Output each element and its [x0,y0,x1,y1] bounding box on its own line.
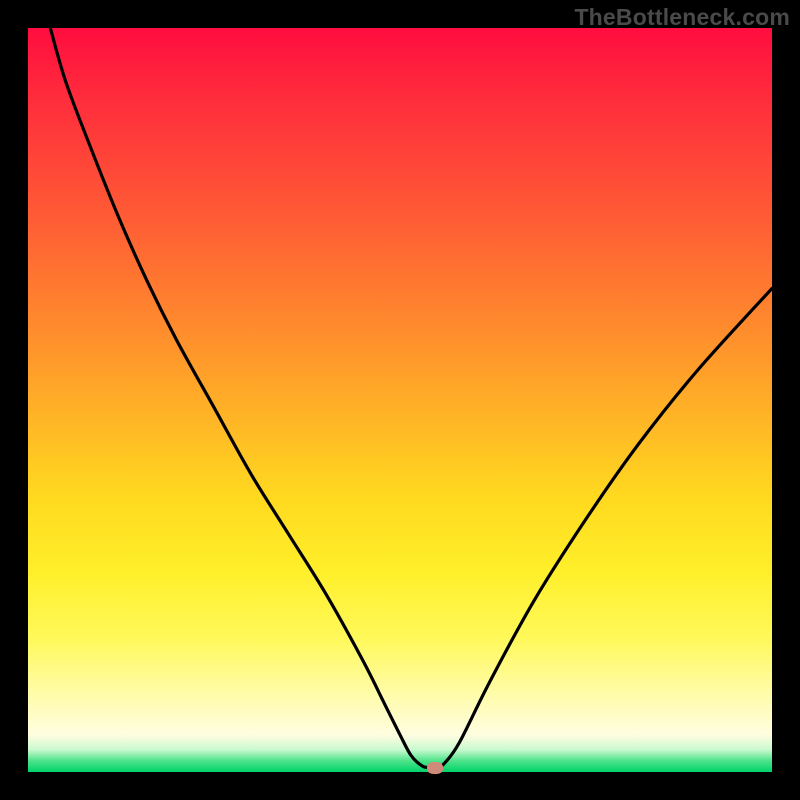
optimal-point-marker [427,762,443,774]
chart-frame: TheBottleneck.com [0,0,800,800]
bottleneck-curve [28,28,772,772]
watermark-text: TheBottleneck.com [574,4,790,31]
plot-area [28,28,772,772]
